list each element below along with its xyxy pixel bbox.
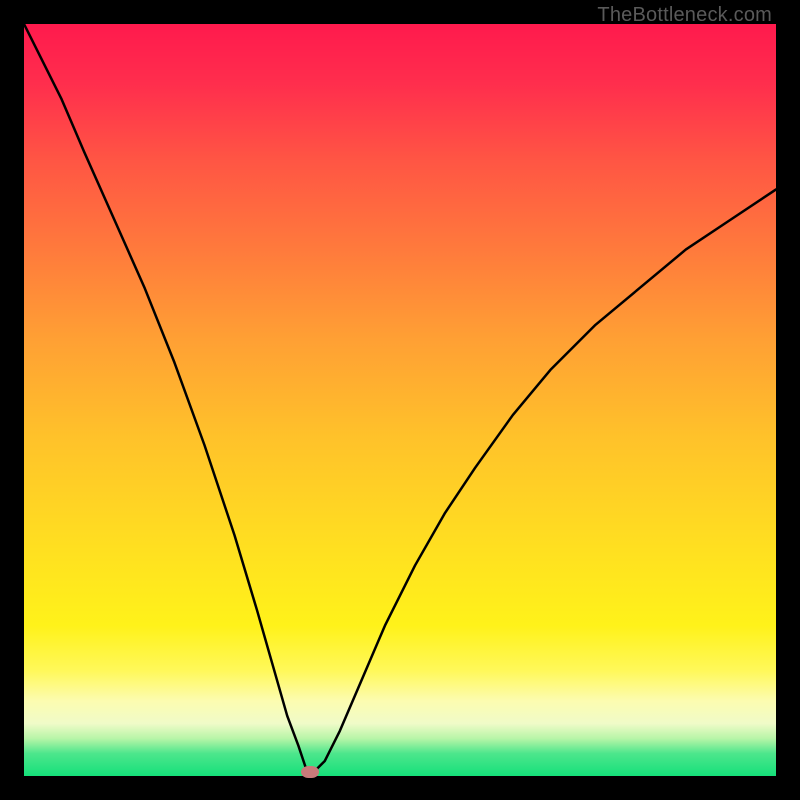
optimum-marker [301, 766, 319, 778]
watermark-text: TheBottleneck.com [597, 4, 772, 27]
gradient-plot-area [24, 24, 776, 776]
